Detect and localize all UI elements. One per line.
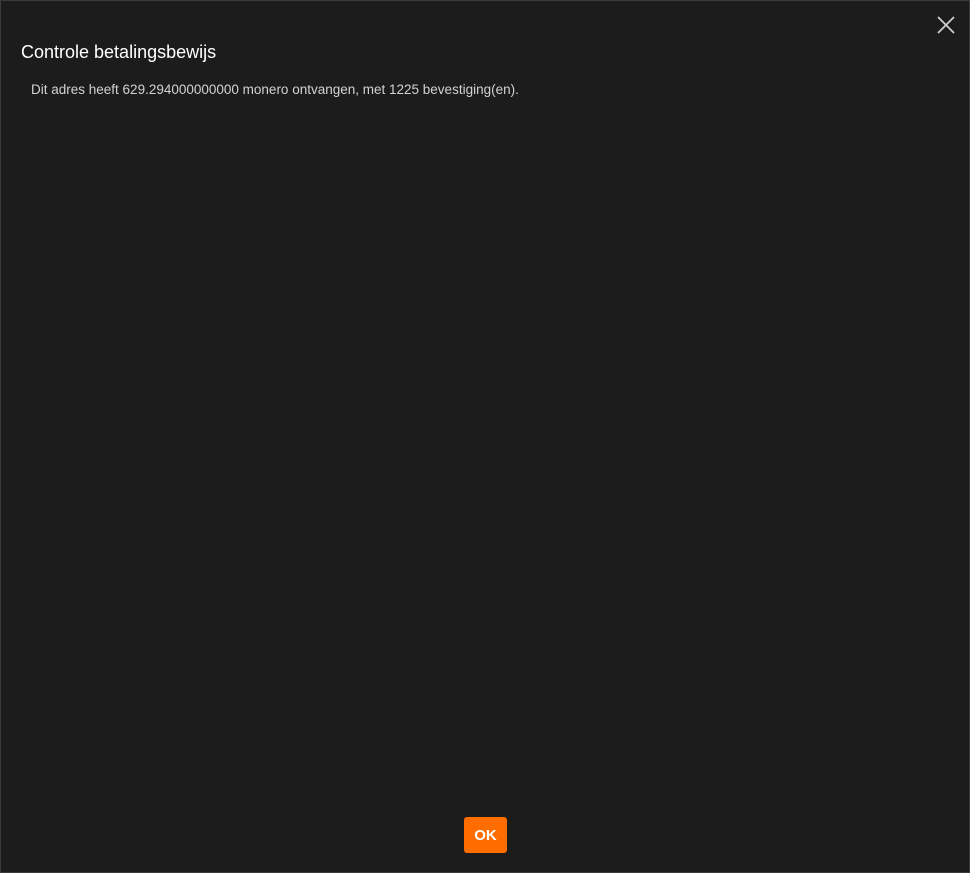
- ok-button[interactable]: OK: [464, 817, 507, 853]
- verification-message: Dit adres heeft 629.294000000000 monero …: [31, 82, 519, 97]
- close-icon[interactable]: [936, 15, 956, 35]
- close-icon-graphic: [937, 16, 955, 34]
- dialog-title: Controle betalingsbewijs: [21, 42, 217, 62]
- check-payment-proof-dialog: Controle betalingsbewijs Dit adres heeft…: [0, 0, 970, 873]
